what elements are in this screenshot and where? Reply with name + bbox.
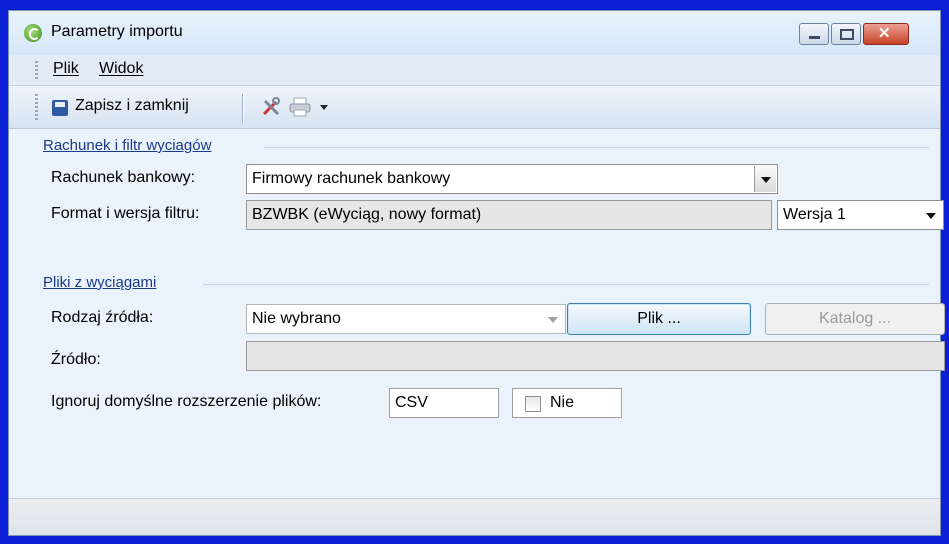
minimize-button[interactable] xyxy=(799,23,829,45)
main-content: Rachunek i filtr wyciagów Rachunek banko… xyxy=(9,129,945,499)
section-statement-files: Pliki z wyciągami xyxy=(43,274,157,291)
window-title: Parametry importu xyxy=(51,23,183,40)
extension-field[interactable]: CSV xyxy=(389,388,499,418)
chevron-down-icon[interactable] xyxy=(542,306,564,332)
chevron-down-icon[interactable] xyxy=(920,202,942,228)
filter-field: BZWBK (eWyciąg, nowy format) xyxy=(246,200,772,230)
folder-button[interactable]: Katalog ... xyxy=(765,303,945,335)
version-value: Wersja 1 xyxy=(783,206,846,223)
status-bar xyxy=(9,498,940,535)
menu-plik[interactable]: Plik xyxy=(53,60,79,78)
save-icon[interactable] xyxy=(52,100,68,116)
section-account-filter: Rachunek i filtr wyciagów xyxy=(43,137,212,154)
print-icon[interactable] xyxy=(289,97,311,117)
source-type-value: Nie wybrano xyxy=(252,310,341,327)
menubar-grip xyxy=(35,61,38,81)
source-field xyxy=(246,341,945,371)
version-combo[interactable]: Wersja 1 xyxy=(777,200,944,230)
print-dropdown-icon[interactable] xyxy=(320,105,328,110)
ignore-checkbox-label: Nie xyxy=(550,394,575,411)
toolbar-separator xyxy=(242,94,243,124)
window: Parametry importu Plik Widok Zapisz i za… xyxy=(8,10,945,536)
source-type-combo[interactable]: Nie wybrano xyxy=(246,304,566,334)
source-label: Źródło: xyxy=(51,351,101,368)
menu-bar: Plik Widok xyxy=(9,55,940,86)
app-icon xyxy=(24,24,42,42)
toolbar-grip xyxy=(35,94,38,122)
title-bar: Parametry importu xyxy=(9,11,940,55)
save-close-button[interactable]: Zapisz i zamknij xyxy=(75,97,189,115)
account-label: Rachunek bankowy: xyxy=(51,169,196,186)
account-combo[interactable]: Firmowy rachunek bankowy xyxy=(246,164,778,194)
toolbar: Zapisz i zamknij xyxy=(9,86,940,129)
file-button[interactable]: Plik ... xyxy=(567,303,751,335)
account-value: Firmowy rachunek bankowy xyxy=(252,170,451,187)
tools-icon[interactable] xyxy=(261,97,281,117)
filter-label: Format i wersja filtru: xyxy=(51,205,200,222)
source-type-label: Rodzaj źródła: xyxy=(51,309,154,326)
maximize-button[interactable] xyxy=(831,23,861,45)
close-button[interactable] xyxy=(863,23,909,45)
checkbox-unchecked-icon[interactable] xyxy=(525,396,541,412)
section-divider xyxy=(264,147,929,148)
ignore-checkbox[interactable]: Nie xyxy=(512,388,622,418)
ignore-ext-label: Ignoruj domyślne rozszerzenie plików: xyxy=(51,393,322,410)
chevron-down-icon[interactable] xyxy=(754,166,776,192)
menu-widok[interactable]: Widok xyxy=(99,60,143,78)
section-divider xyxy=(203,284,929,285)
